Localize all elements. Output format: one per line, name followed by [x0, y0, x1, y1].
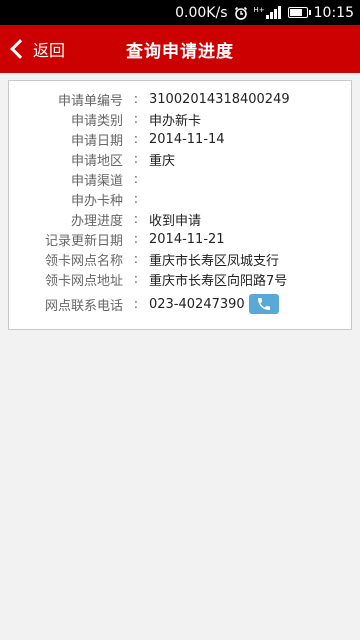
detail-value: 2014-11-14	[149, 131, 225, 147]
application-details-card: 申请单编号 : 31002014318400249 申请类别 : 申办新卡 申请…	[8, 80, 352, 330]
status-bar: 0.00K/s H+ 10:15	[0, 0, 360, 25]
detail-value: 收到申请	[149, 213, 202, 229]
detail-row-application-region: 申请地区 : 重庆	[9, 149, 351, 169]
nav-bar: 返回 查询申请进度	[0, 25, 360, 73]
detail-value: 重庆	[149, 153, 176, 169]
detail-label: 申请类别	[70, 113, 123, 129]
detail-colon: :	[133, 151, 139, 167]
detail-row-update-date: 记录更新日期 : 2014-11-21	[9, 229, 351, 249]
battery-icon	[287, 7, 311, 18]
back-label: 返回	[33, 41, 66, 60]
phone-icon	[257, 298, 270, 310]
detail-row-progress: 办理进度 : 收到申请	[9, 209, 351, 229]
detail-value: 2014-11-21	[149, 231, 225, 247]
detail-label: 申请单编号	[57, 93, 123, 109]
detail-row-card-type: 申办卡种 :	[9, 189, 351, 209]
detail-value: 023-40247390	[149, 296, 245, 312]
detail-label: 办理进度	[70, 213, 123, 229]
detail-label: 领卡网点名称	[44, 253, 123, 269]
detail-value: 重庆市长寿区凤城支行	[149, 253, 280, 269]
detail-colon: :	[133, 91, 139, 107]
detail-label: 申请日期	[70, 133, 123, 149]
detail-row-application-date: 申请日期 : 2014-11-14	[9, 129, 351, 149]
detail-colon: :	[133, 111, 139, 127]
detail-row-application-number: 申请单编号 : 31002014318400249	[9, 89, 351, 109]
page-title: 查询申请进度	[126, 41, 234, 62]
chevron-left-icon	[10, 39, 30, 59]
detail-colon: :	[133, 271, 139, 287]
call-button[interactable]	[248, 294, 279, 314]
detail-value: 重庆市长寿区向阳路7号	[149, 273, 288, 289]
back-button[interactable]: 返回	[8, 25, 65, 73]
detail-colon: :	[133, 211, 139, 227]
network-type: H+	[253, 6, 265, 14]
detail-colon: :	[133, 296, 139, 312]
detail-label: 记录更新日期	[44, 233, 123, 249]
signal-icon: H+	[254, 6, 282, 19]
clock: 10:15	[313, 4, 354, 21]
detail-label: 申办卡种	[70, 193, 123, 209]
detail-label: 领卡网点地址	[44, 273, 123, 289]
detail-colon: :	[133, 171, 139, 187]
detail-value: 申办新卡	[149, 113, 202, 129]
detail-row-branch-name: 领卡网点名称 : 重庆市长寿区凤城支行	[9, 249, 351, 269]
detail-colon: :	[133, 231, 139, 247]
detail-row-application-type: 申请类别 : 申办新卡	[9, 109, 351, 129]
detail-value: 31002014318400249	[149, 91, 290, 107]
detail-label: 申请地区	[70, 153, 123, 169]
detail-label: 网点联系电话	[44, 298, 123, 314]
alarm-icon	[234, 6, 248, 20]
detail-row-branch-address: 领卡网点地址 : 重庆市长寿区向阳路7号	[9, 269, 351, 289]
detail-colon: :	[133, 191, 139, 207]
detail-colon: :	[133, 251, 139, 267]
network-speed: 0.00K/s	[175, 4, 228, 21]
detail-row-branch-phone: 网点联系电话 : 023-40247390	[9, 294, 351, 314]
detail-row-application-channel: 申请渠道 :	[9, 169, 351, 189]
detail-colon: :	[133, 131, 139, 147]
detail-label: 申请渠道	[70, 173, 123, 189]
